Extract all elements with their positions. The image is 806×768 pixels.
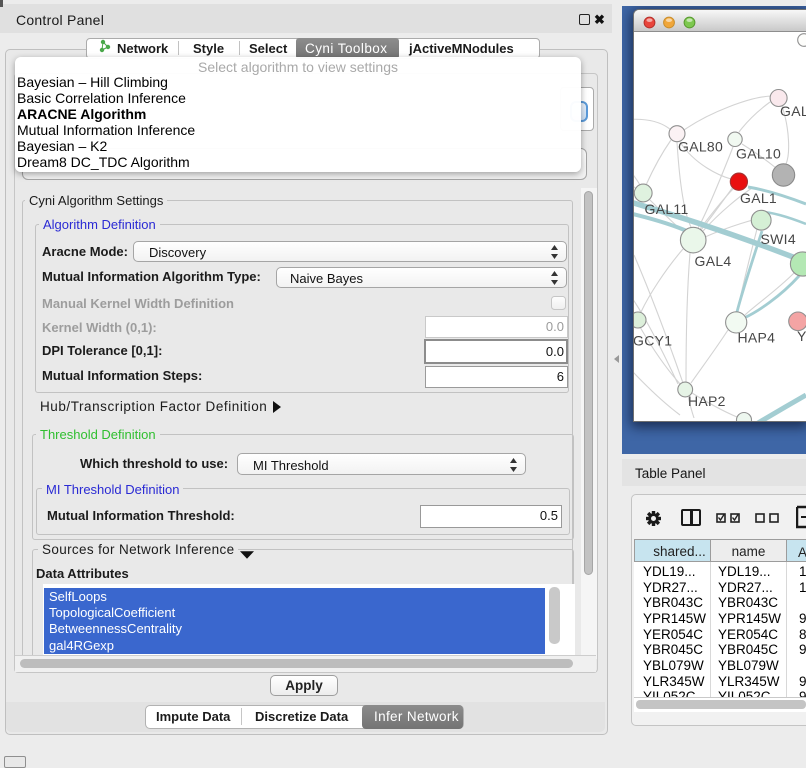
svg-text:GAL80: GAL80 (678, 139, 723, 155)
svg-text:GAL11: GAL11 (645, 201, 689, 217)
svg-text:SWI4: SWI4 (761, 231, 796, 247)
svg-text:YP: YP (797, 328, 806, 344)
svg-text:GAL2: GAL2 (780, 103, 806, 119)
svg-text:HAP4: HAP4 (738, 330, 776, 346)
svg-text:HAP2: HAP2 (688, 393, 726, 409)
svg-text:GAL4: GAL4 (695, 253, 732, 269)
svg-text:GCY1: GCY1 (634, 333, 672, 349)
svg-text:GAL1: GAL1 (740, 190, 777, 206)
svg-text:GAL10: GAL10 (736, 146, 781, 162)
